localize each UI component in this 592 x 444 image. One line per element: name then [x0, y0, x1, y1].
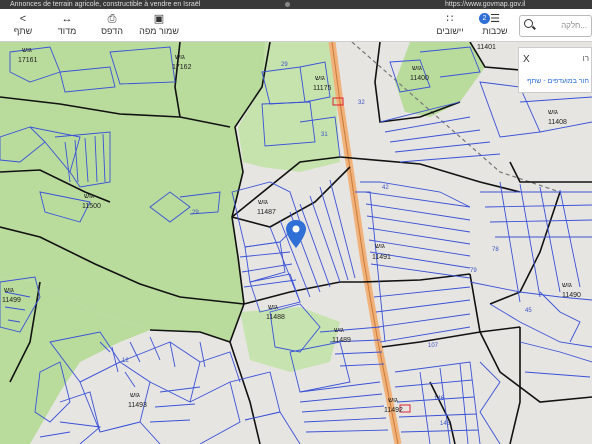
block-label: 11488 [266, 314, 285, 321]
gush-word: גוש [315, 75, 325, 82]
gush-word: גוש [22, 47, 32, 54]
block-label: 11408 [548, 119, 567, 126]
ad-banner-text[interactable]: Annonces de terrain agricole, constructi… [10, 0, 200, 9]
favorites-share-link[interactable]: חור במועדפים - שתף [527, 78, 589, 85]
parcel-number: 29 [192, 210, 199, 216]
url-text[interactable]: https://www.govmap.gov.il [445, 0, 525, 9]
parcel-number: 42 [382, 185, 389, 191]
toolbar: < שתף ↔ מדוד ⎙ הדפס ▣ שמור מפה ∷ יישובים… [0, 9, 592, 42]
gush-word: גוש [130, 392, 140, 399]
search-input[interactable]: ...חלקה [519, 15, 592, 37]
gush-word: גוש [4, 287, 14, 294]
block-label: 11500 [82, 203, 101, 210]
gush-word: גוש [175, 54, 185, 61]
parcel-number: 79 [470, 268, 477, 274]
block-label: 11490 [562, 292, 581, 299]
cadastral-map[interactable]: גוש 17161 גוש 17162 11401 גוש 11400 גוש … [0, 42, 592, 444]
layers-button[interactable]: ☰ שכבות [480, 13, 510, 39]
settlements-button[interactable]: ∷ יישובים [430, 13, 470, 39]
measure-label: מדוד [57, 26, 77, 36]
block-label: 11401 [477, 44, 496, 51]
grid-icon: ∷ [446, 13, 454, 25]
block-label: 11499 [2, 297, 21, 304]
parcel-number: 32 [358, 100, 365, 106]
search-placeholder: ...חלקה [561, 21, 587, 30]
save-map-label: שמור מפה [139, 26, 179, 36]
share-label: שתף [13, 26, 33, 36]
parcel-number: 107 [428, 343, 439, 349]
gush-word: גוש [334, 327, 344, 334]
panel-text: רו [582, 54, 589, 63]
measure-button[interactable]: ↔ מדוד [52, 13, 82, 39]
block-label: 11492 [384, 407, 403, 414]
parcel-number: 45 [525, 308, 532, 314]
browser-top-strip: Annonces de terrain agricole, constructi… [0, 0, 592, 9]
settlements-label: יישובים [436, 26, 464, 36]
save-map-button[interactable]: ▣ שמור מפה [137, 13, 181, 39]
block-label: 11487 [257, 209, 276, 216]
block-label: 11491 [372, 254, 391, 261]
print-label: הדפס [101, 26, 123, 36]
gush-word: גוש [548, 109, 558, 116]
share-icon: < [19, 13, 27, 25]
parcel-number: 31 [321, 132, 328, 138]
gush-word: גוש [84, 193, 94, 200]
layers-label: שכבות [482, 26, 508, 36]
gush-word: גוש [388, 397, 398, 404]
block-label: 17161 [18, 57, 38, 64]
layers-icon: ☰ [490, 13, 500, 25]
gush-word: גוש [412, 65, 422, 72]
parcel-number: 145 [440, 421, 451, 427]
print-button[interactable]: ⎙ הדפס [97, 13, 127, 39]
close-panel-button[interactable]: X [523, 54, 530, 65]
gush-word: גוש [375, 243, 385, 250]
printer-icon: ⎙ [107, 13, 117, 25]
block-label: 11489 [332, 337, 351, 344]
block-label: 17162 [172, 64, 192, 71]
measure-icon: ↔ [61, 13, 73, 25]
info-panel: X רו חור במועדפים - שתף [518, 47, 592, 93]
block-label: 11493 [128, 402, 147, 409]
gush-word: גוש [562, 282, 572, 289]
parcel-number: 146 [434, 396, 445, 402]
search-icon [524, 19, 533, 28]
gush-word: גוש [268, 304, 278, 311]
block-label: 11400 [410, 75, 429, 82]
camera-dot-icon [285, 2, 290, 7]
share-button[interactable]: < שתף [8, 13, 38, 39]
parcel-number: 12 [122, 358, 129, 364]
parcel-number: 78 [492, 247, 499, 253]
parcel-number: 29 [281, 62, 288, 68]
block-label: 11175 [313, 85, 332, 92]
gush-word: גוש [258, 199, 268, 206]
floppy-disk-icon: ▣ [153, 13, 165, 25]
